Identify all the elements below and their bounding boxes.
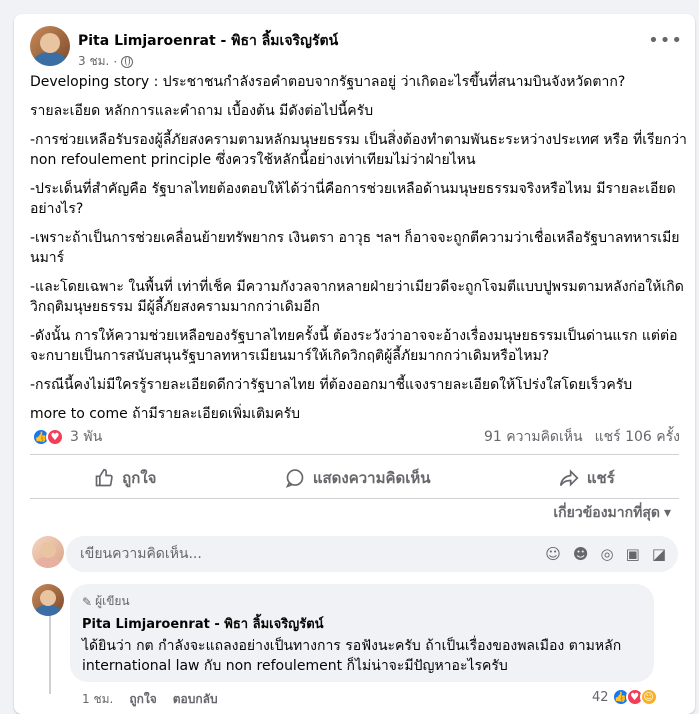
thumbs-up-icon: [95, 468, 113, 487]
gif-icon[interactable]: ▣: [626, 545, 640, 563]
comment-sort-dropdown[interactable]: เกี่ยวข้องมากที่สุด ▾: [553, 502, 671, 524]
post-paragraph: -เพราะถ้าเป็นการช่วยเคลื่อนย้ายทรัพยากร …: [30, 230, 680, 266]
post-time[interactable]: 3 ชม.: [78, 52, 109, 71]
comments-count[interactable]: 91 ความคิดเห็น: [484, 426, 583, 448]
divider: [30, 498, 679, 499]
share-label: แชร์: [586, 469, 615, 487]
comment-label: แสดงความคิดเห็น: [312, 469, 431, 487]
author-avatar[interactable]: [30, 26, 70, 66]
haha-reaction-icon: ☺: [639, 688, 658, 706]
chevron-down-icon: ▾: [663, 505, 671, 521]
current-user-avatar[interactable]: [32, 536, 64, 568]
like-label: ถูกใจ: [122, 469, 157, 487]
share-icon: [559, 469, 579, 487]
comment-button[interactable]: แสดงความคิดเห็น: [285, 466, 431, 490]
post-paragraph: -กรณีนี้คงไม่มีใครรู้รายละเอียดดีกว่ารัฐ…: [30, 377, 633, 393]
comment-author-name[interactable]: Pita Limjaroenrat - พิธา ลิ้มเจริญรัตน์: [82, 613, 642, 634]
sticker-icon[interactable]: ◪: [652, 545, 666, 563]
post-paragraph: รายละเอียด หลักการและคำถาม เบื้องต้น มีด…: [30, 103, 374, 119]
divider: [30, 454, 679, 455]
comment-reactions-count: 42: [592, 689, 609, 705]
post-author-name[interactable]: Pita Limjaroenrat - พิธา ลิ้มเจริญรัตน์: [78, 30, 338, 52]
share-button[interactable]: แชร์: [559, 466, 615, 490]
like-button[interactable]: ถูกใจ: [94, 466, 156, 490]
avatar-sticker-icon[interactable]: ☺: [545, 545, 561, 563]
reactions-count[interactable]: 3 พัน: [70, 426, 102, 448]
comment-placeholder: เขียนความคิดเห็น...: [80, 546, 202, 562]
comment-reactions[interactable]: 42 👍 ♥ ☺: [592, 688, 658, 706]
shares-count[interactable]: แชร์ 106 ครั้ง: [595, 426, 680, 448]
camera-icon[interactable]: ◎: [601, 545, 614, 563]
comment-reply-button[interactable]: ตอบกลับ: [173, 690, 218, 709]
commenter-avatar[interactable]: [32, 584, 64, 616]
comment-input[interactable]: เขียนความคิดเห็น... ☺ ☻ ◎ ▣ ◪: [66, 536, 678, 572]
comment-actions: 1 ชม. ถูกใจ ตอบกลับ: [82, 690, 218, 709]
post-paragraph: -ประเด็นที่สำคัญคือ รัฐบาลไทยต้องตอบให้ไ…: [30, 181, 676, 217]
comment-icon: [285, 469, 304, 488]
post-paragraph: Developing story : ประชาชนกำลังรอคำตอบจา…: [30, 74, 626, 90]
post-body: Developing story : ประชาชนกำลังรอคำตอบจา…: [30, 72, 690, 433]
comment-like-button[interactable]: ถูกใจ: [129, 690, 156, 709]
pencil-icon: ✎: [82, 594, 93, 609]
post-paragraph: more to come ถ้ามีรายละเอียดเพิ่มเติมครั…: [30, 406, 301, 422]
sort-label: เกี่ยวข้องมากที่สุด: [553, 505, 660, 521]
post-meta: 3 ชม. ·: [78, 52, 134, 71]
post-actions: ถูกใจ แสดงความคิดเห็น แชร์: [30, 460, 679, 496]
author-badge: ✎ ผู้เขียน: [82, 592, 642, 611]
post-paragraph: -และโดยเฉพาะ ในพื้นที่ เท่าที่เช็ค มีควา…: [30, 279, 684, 315]
author-badge-label: ผู้เขียน: [95, 594, 130, 608]
emoji-icon[interactable]: ☻: [573, 545, 589, 563]
comment-bubble: ✎ ผู้เขียน Pita Limjaroenrat - พิธา ลิ้ม…: [70, 584, 654, 682]
globe-icon: [121, 55, 134, 68]
comment-text: ได้ยินว่า กต กำลังจะแถลงอย่างเป็นทางการ …: [82, 638, 622, 674]
post-card: Pita Limjaroenrat - พิธา ลิ้มเจริญรัตน์ …: [14, 14, 695, 714]
post-paragraph: -การช่วยเหลือรับรองผู้ลี้ภัยสงครามตามหลั…: [30, 132, 687, 168]
post-paragraph: -ดังนั้น การให้ความช่วยเหลือของรัฐบาลไทย…: [30, 328, 678, 364]
comment-time[interactable]: 1 ชม.: [82, 690, 113, 709]
more-options-icon[interactable]: •••: [648, 32, 683, 50]
reactions-summary: 👍 ♥ 3 พัน 91 ความคิดเห็น แชร์ 106 ครั้ง: [32, 426, 680, 448]
love-reaction-icon[interactable]: ♥: [46, 428, 64, 446]
